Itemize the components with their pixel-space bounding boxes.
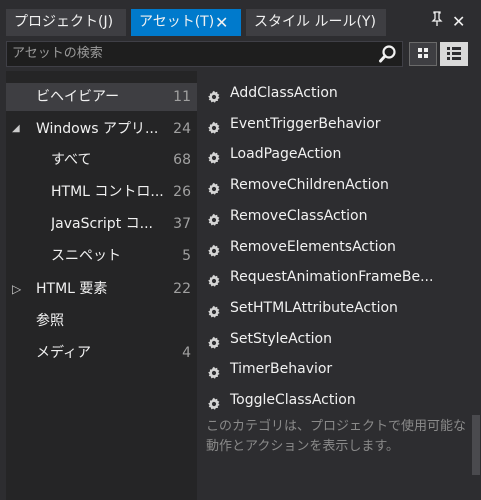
collapsed-icon[interactable]: ▷ <box>12 275 21 303</box>
asset-list: AddClassAction EventTriggerBehavior LoadPa… <box>197 71 471 500</box>
category-tree: ビヘイビアー 11 ◢ Windows アプリ... 24 すべて 68 HTM… <box>6 71 197 500</box>
asset-list-item[interactable]: RemoveElementsAction <box>197 233 471 261</box>
asset-list-item[interactable]: ToggleClassAction <box>197 386 471 414</box>
asset-item-label: RemoveClassAction <box>230 207 368 224</box>
behavior-gear-icon <box>207 240 221 257</box>
asset-item-label: RemoveChildrenAction <box>230 177 389 194</box>
tree-item-count: 5 <box>182 248 191 264</box>
behavior-gear-icon <box>207 117 221 134</box>
list-view-button[interactable] <box>440 42 468 66</box>
tree-item-windows-apps[interactable]: ◢ Windows アプリ... 24 <box>6 115 197 143</box>
tab-label: プロジェクト(J) <box>14 14 114 30</box>
tree-item-behaviors[interactable]: ビヘイビアー 11 <box>6 83 197 111</box>
asset-list-item[interactable]: LoadPageAction <box>197 140 471 168</box>
tree-item-count: 37 <box>173 216 191 232</box>
asset-item-label: AddClassAction <box>230 85 338 101</box>
tree-item-label: JavaScript コ... <box>51 216 153 232</box>
category-description: このカテゴリは、プロジェクトで使用可能な動作とアクションを表示します。 <box>206 419 467 454</box>
tree-item-count: 4 <box>182 345 191 361</box>
search-row <box>0 37 481 71</box>
scrollbar[interactable] <box>471 71 481 500</box>
tree-item-count: 24 <box>173 121 191 137</box>
pin-icon[interactable] <box>430 10 444 34</box>
asset-item-label: RequestAnimationFrameBe... <box>230 269 434 286</box>
tree-item-label: ビヘイビアー <box>36 89 120 105</box>
tab-assets[interactable]: アセット(T) ✕ <box>131 9 241 36</box>
tree-item-javascript[interactable]: JavaScript コ... 37 <box>6 210 197 238</box>
asset-item-label: RemoveElementsAction <box>230 238 396 255</box>
asset-list-item[interactable]: SetHTMLAttributeAction <box>197 294 471 322</box>
tree-item-label: Windows アプリ... <box>36 121 159 137</box>
behavior-gear-icon <box>207 332 221 349</box>
list-view-icon <box>447 47 461 60</box>
asset-item-label: TimerBehavior <box>230 361 333 378</box>
tree-item-snippets[interactable]: スニペット 5 <box>6 242 197 270</box>
tree-item-count: 11 <box>173 89 191 105</box>
panel-close-icon[interactable]: ✕ <box>452 10 465 34</box>
tree-item-label: HTML コントロ... <box>51 184 164 200</box>
tree-item-count: 22 <box>173 281 191 297</box>
tree-item-count: 26 <box>173 184 191 200</box>
asset-list-item[interactable]: RemoveChildrenAction <box>197 171 471 199</box>
tree-item-label: メディア <box>36 345 92 361</box>
tree-item-references[interactable]: 参照 <box>6 307 197 335</box>
asset-list-item[interactable]: RequestAnimationFrameBe... <box>197 263 471 291</box>
asset-list-item[interactable]: TimerBehavior <box>197 355 471 383</box>
asset-item-label: SetStyleAction <box>230 330 332 347</box>
asset-list-item[interactable]: RemoveClassAction <box>197 202 471 230</box>
tree-item-html-elements[interactable]: ▷ HTML 要素 22 <box>6 275 197 303</box>
search-icon[interactable] <box>378 44 398 64</box>
tab-project[interactable]: プロジェクト(J) <box>6 9 126 36</box>
grid-view-icon <box>418 48 428 58</box>
behavior-gear-icon <box>207 393 221 410</box>
tab-label: スタイル ルール(Y) <box>254 14 376 30</box>
tree-item-label: HTML 要素 <box>36 281 108 297</box>
behavior-gear-icon <box>207 209 221 226</box>
search-box <box>6 41 403 67</box>
asset-item-label: LoadPageAction <box>230 146 342 163</box>
asset-list-item[interactable]: AddClassAction <box>197 79 471 107</box>
behavior-gear-icon <box>207 270 221 287</box>
behavior-gear-icon <box>207 147 221 165</box>
tree-item-label: スニペット <box>51 248 121 264</box>
tree-item-html-controls[interactable]: HTML コントロ... 26 <box>6 178 197 206</box>
tree-item-count: 68 <box>173 152 191 168</box>
scroll-thumb[interactable] <box>472 415 480 475</box>
asset-list-item[interactable]: SetStyleAction <box>197 325 471 353</box>
behavior-gear-icon <box>207 301 221 318</box>
tab-label: アセット(T) <box>139 14 215 30</box>
asset-item-label: SetHTMLAttributeAction <box>230 299 398 316</box>
tree-item-label: すべて <box>51 152 92 168</box>
tree-item-media[interactable]: メディア 4 <box>6 339 197 367</box>
tree-item-all[interactable]: すべて 68 <box>6 146 197 174</box>
asset-item-label: ToggleClassAction <box>230 392 356 408</box>
asset-item-label: EventTriggerBehavior <box>230 115 381 132</box>
grid-view-button[interactable] <box>409 42 437 66</box>
behavior-gear-icon <box>207 362 221 380</box>
tab-close-icon[interactable]: ✕ <box>215 9 228 36</box>
tab-strip: プロジェクト(J) アセット(T) ✕ スタイル ルール(Y) ✕ <box>0 0 481 36</box>
behavior-gear-icon <box>207 86 221 103</box>
search-input[interactable] <box>12 42 372 66</box>
asset-list-item[interactable]: EventTriggerBehavior <box>197 110 471 138</box>
behavior-gear-icon <box>207 178 221 195</box>
tab-style-rules[interactable]: スタイル ルール(Y) <box>246 9 386 36</box>
expanded-icon[interactable]: ◢ <box>12 115 20 143</box>
tree-item-label: 参照 <box>36 313 64 329</box>
